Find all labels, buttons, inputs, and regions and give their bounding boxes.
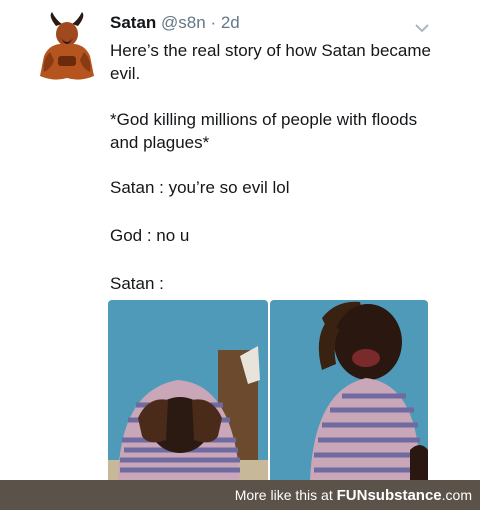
tweet-text-line: Satan : bbox=[110, 274, 164, 293]
tweet-text-line: God : no u bbox=[110, 226, 190, 245]
tweet-text-line: Satan : you’re so evil lol bbox=[110, 178, 290, 197]
chevron-down-icon[interactable] bbox=[414, 20, 430, 33]
tweet-text-line: Here’s the real story of how Satan becam… bbox=[110, 41, 431, 83]
footer-prefix: More like this at bbox=[234, 487, 333, 503]
tweet-text-line: *God killing millions of people with flo… bbox=[110, 110, 418, 152]
crying-kid-photo-left[interactable] bbox=[108, 300, 268, 480]
user-handle[interactable]: @s8n bbox=[161, 13, 206, 32]
tweet-card: Satan @s8n · 2d Here’s the real story of… bbox=[0, 0, 480, 480]
tweet-time[interactable]: 2d bbox=[221, 13, 240, 32]
user-name[interactable]: Satan bbox=[110, 13, 156, 32]
devil-avatar-icon[interactable] bbox=[38, 12, 96, 82]
watermark-footer: More like this at FUNsubstance.com bbox=[0, 480, 480, 510]
crying-kid-photo-right[interactable] bbox=[270, 300, 428, 480]
footer-brand: FUNsubstance bbox=[336, 487, 442, 504]
header-separator: · bbox=[210, 13, 217, 32]
tweet-header: Satan @s8n · 2d bbox=[110, 12, 240, 34]
footer-suffix: .com bbox=[441, 487, 472, 503]
footer-text[interactable]: More like this at FUNsubstance.com bbox=[235, 487, 472, 504]
